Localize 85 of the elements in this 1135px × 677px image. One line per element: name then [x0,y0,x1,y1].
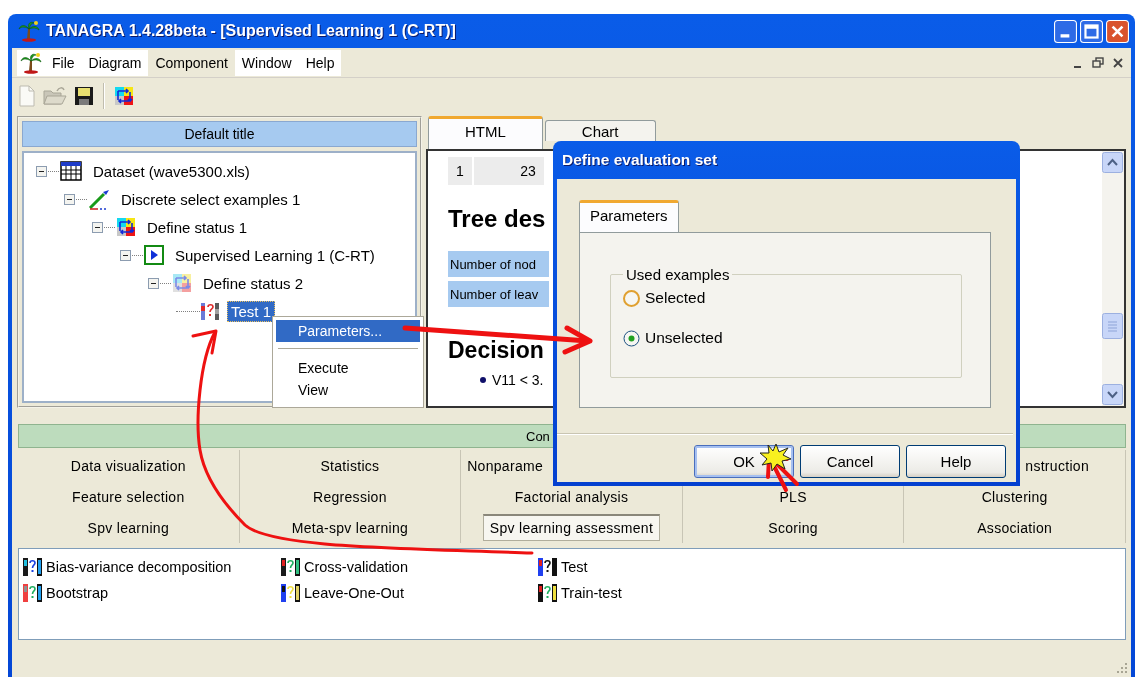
rule-text: V11 < 3. [492,372,544,388]
resize-grip-icon[interactable] [1116,662,1128,674]
close-button[interactable] [1106,19,1129,43]
bar-columns-icon [200,301,220,321]
list-entry[interactable]: Train-test [537,580,1125,606]
collapse-icon[interactable] [64,193,75,205]
radio-button[interactable] [623,329,640,347]
bar-pair-icon [280,557,302,577]
table-cell: 1 [448,157,472,185]
category-tab[interactable]: Scoring [762,515,824,540]
arrows-grid-icon [116,217,136,237]
cancel-button[interactable]: Cancel [800,445,900,478]
tree-node[interactable]: Define status 2 [199,272,308,294]
minimize-button[interactable] [1054,19,1077,43]
dialog-title: Define evaluation set [561,150,719,170]
category-tab[interactable]: Data visualization [64,453,192,478]
category-tab[interactable]: Regression [306,484,393,509]
menu-item[interactable]: Window [234,49,299,76]
menu-item[interactable]: Execute [276,357,420,379]
menu-item[interactable]: Parameters... [276,320,420,342]
help-button[interactable]: Help [906,445,1006,478]
collapse-icon[interactable] [92,221,103,233]
category-tab[interactable]: nstruction [1019,453,1095,478]
collapse-icon[interactable] [36,165,47,177]
category-tab[interactable]: Factorial analysis [508,484,635,509]
menu-item[interactable]: View [276,379,420,401]
restore-button[interactable] [1091,55,1105,70]
tree-node[interactable]: Define status 1 [143,216,252,238]
tree-node[interactable]: Test 1 [227,300,276,322]
bar-pair-icon [280,583,302,603]
menu-item[interactable]: File [45,49,82,76]
menu-item[interactable]: Diagram [81,49,149,76]
bar-pair-icon [537,583,559,603]
play-icon [144,245,164,265]
list-entry[interactable]: Test [537,554,1125,580]
table-cell: Number of nod [448,251,549,277]
bar-pair-icon [22,583,44,603]
tree-node[interactable]: Dataset (wave5300.xls) [89,160,254,182]
report-heading: Tree des [448,205,546,233]
category-tab[interactable]: Meta-spv learning [285,515,415,540]
radio-button[interactable] [623,289,640,307]
bar-pair-icon [22,557,44,577]
bullet-icon [480,377,486,383]
category-tab[interactable]: Association [971,515,1059,540]
tree-node[interactable]: Discrete select examples 1 [117,188,305,210]
menu-item[interactable]: Help [298,49,342,76]
scrollbar-thumb[interactable] [1102,313,1123,339]
list-entry[interactable]: Bias-variance decomposition [22,554,280,580]
radio-label[interactable]: Selected [645,289,706,307]
window-title: TANAGRA 1.4.28beta - [Supervised Learning 1 (C-RT)] [46,22,457,40]
click-burst-icon [759,443,792,472]
bar-pair-icon [537,557,559,577]
table-cell: Number of leav [448,281,549,307]
category-tab[interactable]: Spv learning assessment [482,514,661,541]
tab[interactable]: Parameters [579,200,679,232]
tab[interactable]: Chart [544,120,656,141]
category-tab[interactable]: Statistics [314,453,386,478]
palm-tree-icon [20,51,42,74]
category-tab[interactable]: Spv learning [81,515,175,540]
save-icon[interactable] [74,85,94,106]
category-tab[interactable]: PLS [773,484,813,509]
scroll-down-button[interactable] [1102,384,1123,405]
close-button[interactable] [1111,55,1125,70]
table-cell: 23 [473,157,544,185]
group-label: Used examples [625,266,731,283]
category-tab[interactable]: Feature selection [66,484,191,509]
report-heading: Decision [448,337,544,364]
panel-title: Default title [22,121,417,147]
list-entry[interactable]: Leave-One-Out [280,580,537,606]
collapse-icon[interactable] [120,249,131,261]
category-tab[interactable]: Nonparame [461,453,550,478]
arrows-grid-icon[interactable] [114,85,134,106]
list-entry[interactable]: Bootstrap [22,580,280,606]
tab[interactable]: HTML [428,116,543,149]
arrows-grid-icon [172,273,192,293]
scroll-up-button[interactable] [1102,152,1123,173]
table-icon [60,161,82,181]
collapse-icon[interactable] [148,277,159,289]
category-tab[interactable]: Clustering [975,484,1054,509]
pen-icon [88,188,110,210]
list-entry[interactable]: Cross-validation [280,554,537,580]
palm-tree-icon [18,20,40,42]
radio-label[interactable]: Unselected [645,329,723,347]
maximize-button[interactable] [1080,19,1103,43]
tree-node[interactable]: Supervised Learning 1 (C-RT) [171,244,379,266]
